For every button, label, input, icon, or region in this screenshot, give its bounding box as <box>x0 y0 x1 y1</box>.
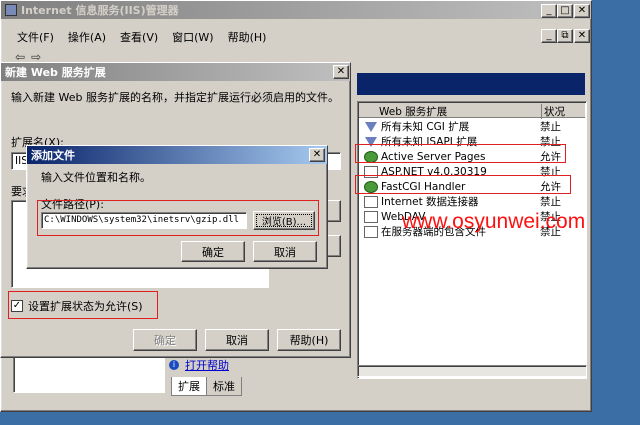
menu-file[interactable]: 文件(F) <box>17 29 54 45</box>
doc-icon <box>364 210 378 223</box>
watermark-text: www.osyunwei.com <box>402 210 586 233</box>
help-info-icon: i <box>169 360 179 370</box>
doc-icon <box>364 225 378 238</box>
list-item[interactable]: Internet 数据连接器 禁止 <box>358 194 586 209</box>
column-header-name[interactable]: Web 服务扩展 <box>379 104 447 119</box>
view-tabs: 扩展 标准 <box>171 377 242 396</box>
minimize-button[interactable]: _ <box>541 4 557 18</box>
add-file-cancel-button[interactable]: 取消 <box>253 241 317 262</box>
main-title: Internet 信息服务(IIS)管理器 <box>21 4 179 17</box>
tab-standard[interactable]: 标准 <box>207 377 242 396</box>
menu-bar: 文件(F) 操作(A) 查看(V) 窗口(W) 帮助(H) <box>17 29 280 45</box>
add-file-title: 添加文件 <box>31 149 75 162</box>
new-ext-cancel-button[interactable]: 取消 <box>205 329 269 351</box>
mdi-close-button[interactable]: ✕ <box>574 29 590 43</box>
right-pane <box>357 73 585 95</box>
new-ext-close-button[interactable]: ✕ <box>333 65 349 79</box>
extension-status: 禁止 <box>540 121 561 133</box>
mdi-restore-button[interactable]: ⧉ <box>557 29 573 43</box>
new-ext-help-button[interactable]: 帮助(H) <box>277 329 341 351</box>
menu-help[interactable]: 帮助(H) <box>228 29 267 45</box>
menu-window[interactable]: 窗口(W) <box>172 29 213 45</box>
main-titlebar[interactable]: Internet 信息服务(IIS)管理器 <box>1 1 591 19</box>
new-ext-intro: 输入新建 Web 服务扩展的名称，并指定扩展运行必须启用的文件。 <box>11 91 339 104</box>
tab-extension[interactable]: 扩展 <box>171 377 207 396</box>
open-help-link[interactable]: 打开帮助 <box>185 357 229 373</box>
extension-name: 所有未知 CGI 扩展 <box>381 121 470 133</box>
maximize-button[interactable]: □ <box>557 4 573 18</box>
highlight-active-server-pages <box>355 144 566 163</box>
highlight-checkbox <box>8 291 158 319</box>
mdi-minimize-button[interactable]: _ <box>541 29 557 43</box>
app-icon <box>5 4 17 16</box>
new-ext-title: 新建 Web 服务扩展 <box>5 66 106 79</box>
highlight-fastcgi <box>355 175 571 194</box>
new-ext-titlebar[interactable]: 新建 Web 服务扩展 <box>1 63 350 81</box>
new-ext-ok-button[interactable]: 确定 <box>133 329 197 351</box>
add-file-titlebar[interactable]: 添加文件 <box>27 146 327 164</box>
funnel-icon <box>365 121 377 132</box>
menu-action[interactable]: 操作(A) <box>68 29 106 45</box>
add-file-instruction: 输入文件位置和名称。 <box>41 171 151 184</box>
doc-icon <box>364 195 378 208</box>
extension-status: 禁止 <box>540 196 561 208</box>
horizontal-scrollbar[interactable] <box>357 365 587 377</box>
column-header-status[interactable]: 状况 <box>541 104 565 119</box>
help-link-area: i 打开帮助 <box>169 357 229 373</box>
add-file-dialog: 添加文件 ✕ 输入文件位置和名称。 文件路径(P): C:\WINDOWS\sy… <box>26 145 328 269</box>
add-file-close-button[interactable]: ✕ <box>309 148 325 162</box>
list-item[interactable]: 所有未知 CGI 扩展 禁止 <box>358 119 586 134</box>
close-button[interactable]: ✕ <box>574 4 590 18</box>
list-header: Web 服务扩展 状况 <box>359 103 585 119</box>
add-file-ok-button[interactable]: 确定 <box>181 241 245 262</box>
extension-list: Web 服务扩展 状况 所有未知 CGI 扩展 禁止 所有未知 ISAPI 扩展 禁止… <box>357 101 587 379</box>
menu-view[interactable]: 查看(V) <box>120 29 158 45</box>
highlight-file-path <box>37 200 319 236</box>
extension-name: Internet 数据连接器 <box>381 196 479 208</box>
